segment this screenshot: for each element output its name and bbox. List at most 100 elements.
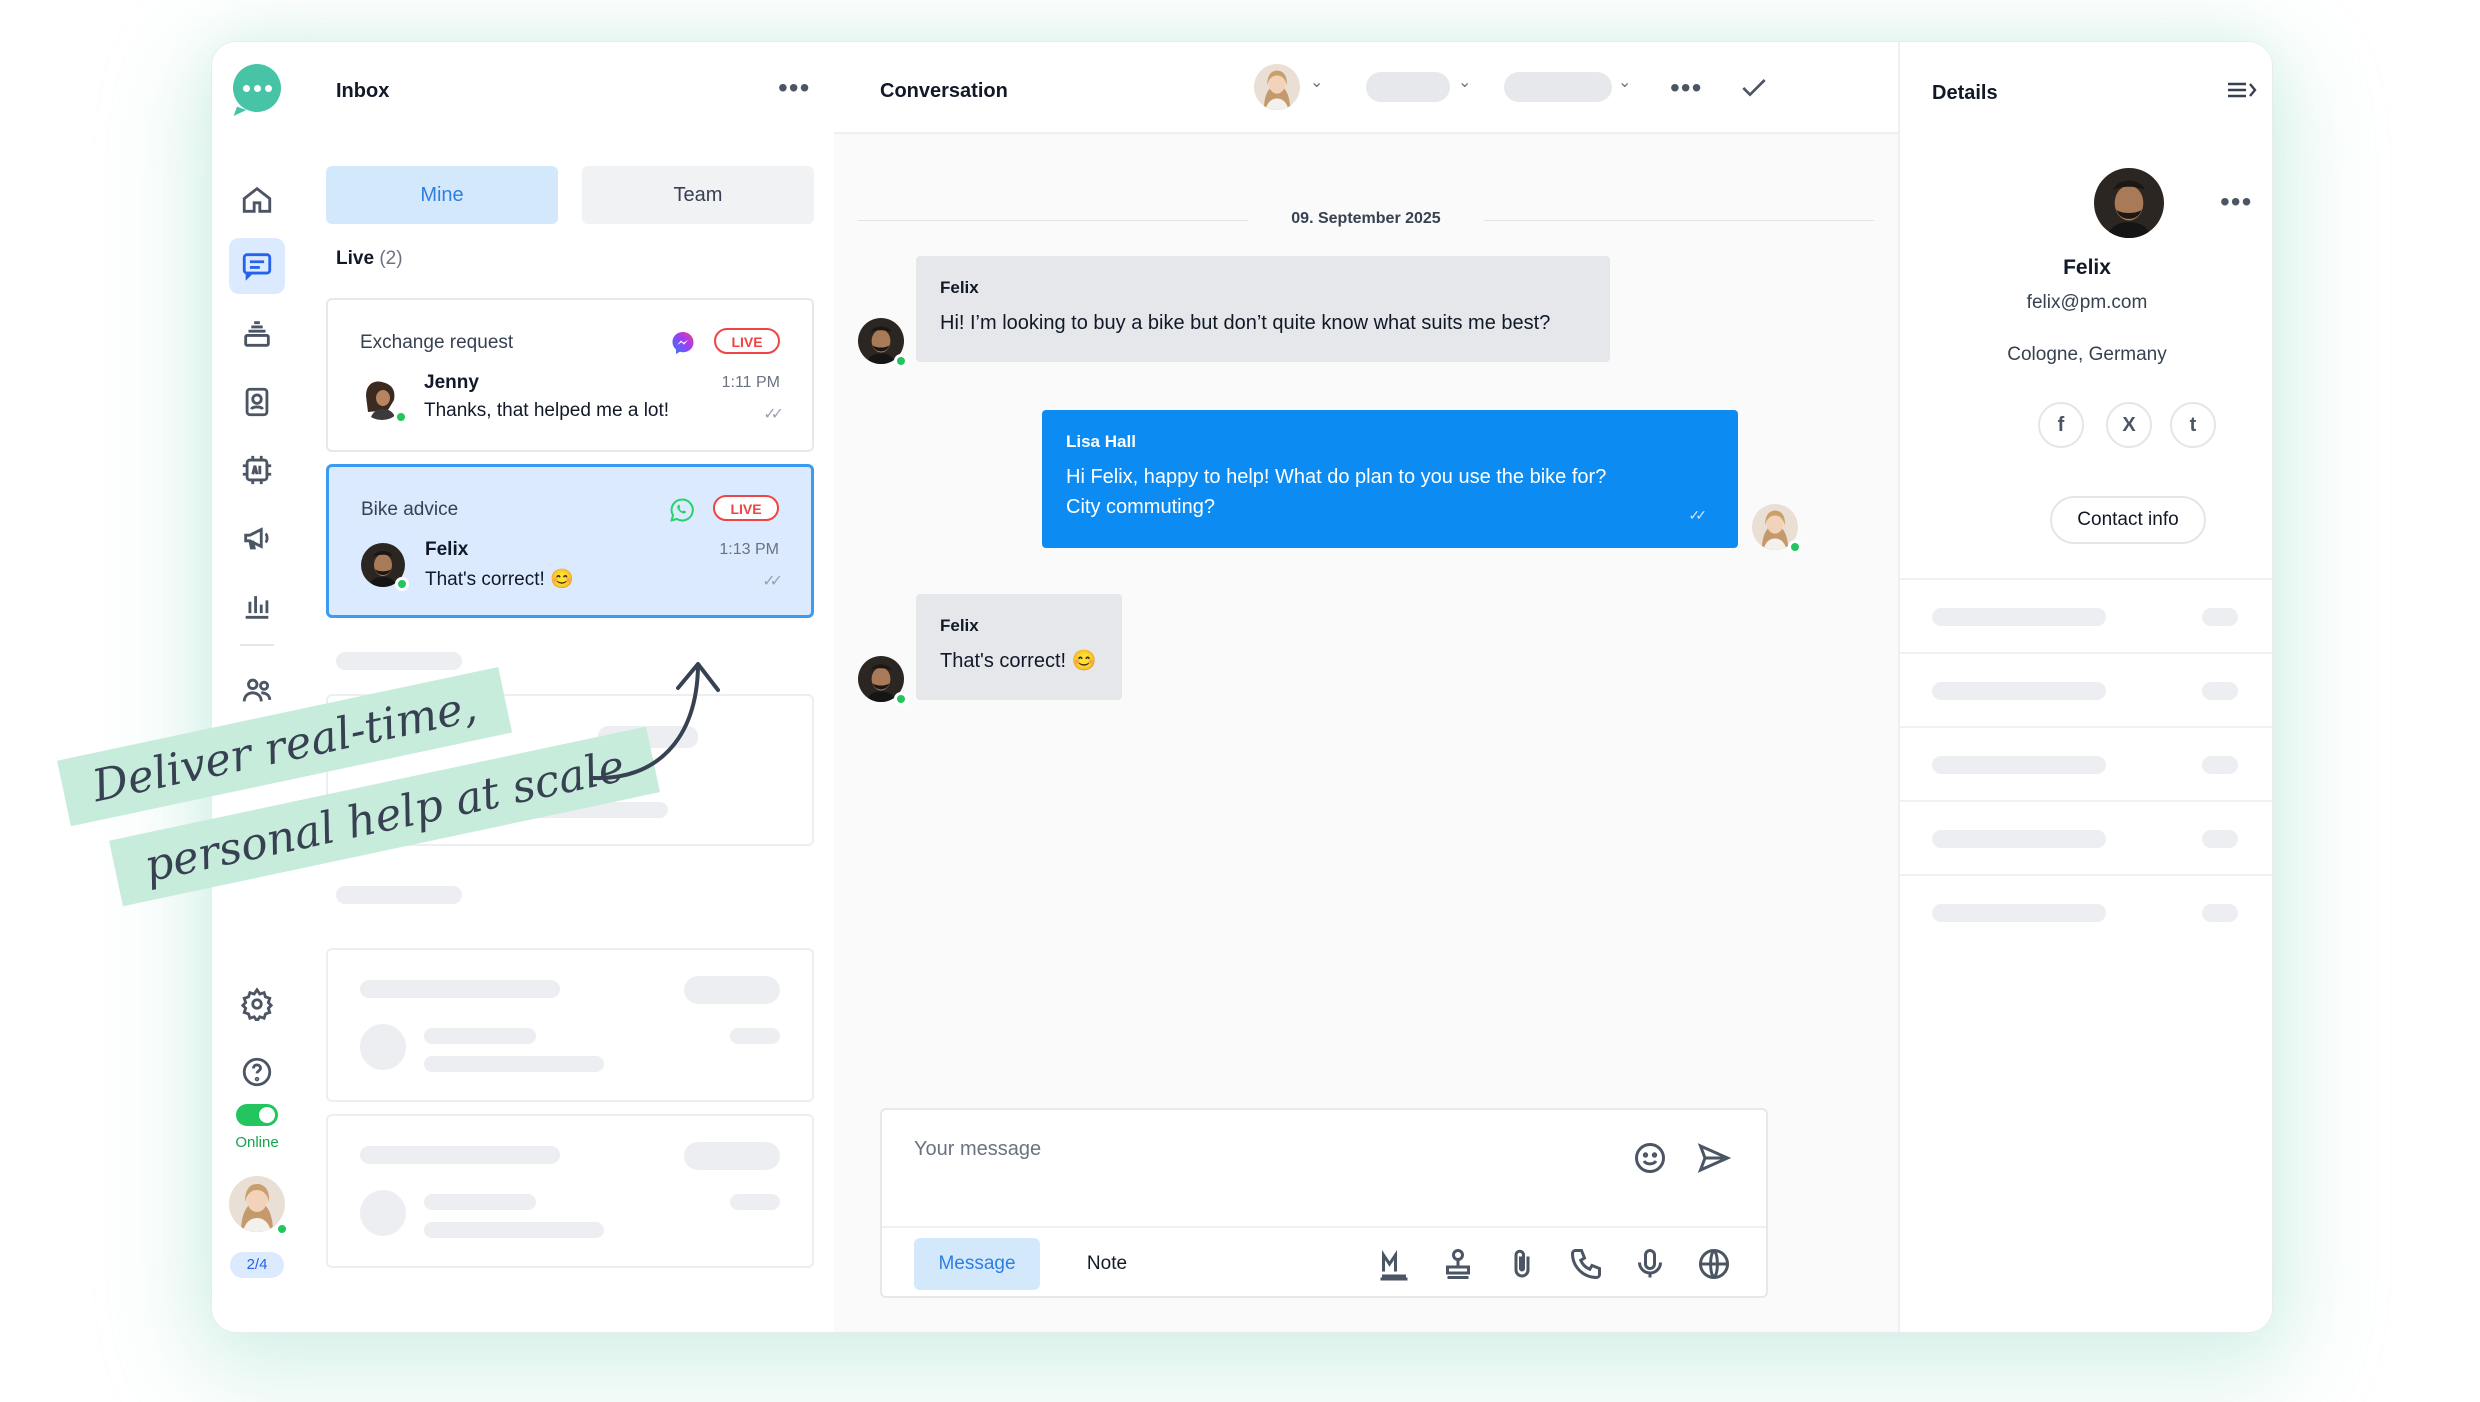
card-subject: Bike advice (361, 499, 459, 520)
mode-message-button[interactable]: Message (914, 1238, 1040, 1290)
globe-icon[interactable] (1696, 1246, 1732, 1282)
composer-divider (882, 1226, 1766, 1228)
skeleton-dropdown[interactable] (1504, 72, 1612, 102)
xing-icon[interactable]: X (2106, 402, 2152, 448)
online-toggle[interactable] (236, 1104, 278, 1126)
message-composer[interactable]: Your message Message Note (880, 1108, 1768, 1298)
skeleton-line (424, 1028, 536, 1044)
skeleton-line (1932, 756, 2106, 774)
nav-rail: Online 2/4 (212, 42, 304, 1332)
felix-avatar (858, 318, 908, 368)
inbox-stack-icon[interactable] (229, 306, 285, 362)
skeleton-line (1932, 904, 2106, 922)
conversations-icon[interactable] (229, 238, 285, 294)
details-row[interactable] (1900, 800, 2272, 876)
collapse-panel-icon[interactable] (2226, 76, 2258, 104)
chevron-down-icon[interactable]: ⌄ (1618, 72, 1631, 92)
message-bubble-incoming: Felix That's correct! 😊 (916, 594, 1122, 700)
date-label: 09. September 2025 (1291, 210, 1441, 227)
mode-note-button[interactable]: Note (1062, 1238, 1152, 1290)
agent-count-badge: 2/4 (230, 1252, 284, 1278)
details-title: Details (1932, 82, 1998, 104)
live-section-label: Live (2) (336, 248, 403, 270)
skeleton-line (684, 976, 780, 1004)
card-time: 1:11 PM (721, 374, 780, 391)
facebook-icon[interactable]: f (2038, 402, 2084, 448)
stamp-icon[interactable] (1440, 1246, 1476, 1282)
online-dot-icon (894, 692, 908, 706)
message-text-line: Hi Felix, happy to help! What do plan to… (1066, 466, 1607, 488)
details-row[interactable] (1900, 578, 2272, 654)
live-section-count: (2) (379, 248, 403, 269)
online-dot-icon (394, 410, 408, 424)
resolve-check-icon[interactable] (1738, 72, 1770, 104)
inbox-more-icon[interactable]: ••• (778, 74, 810, 102)
felix-profile-avatar (2094, 168, 2164, 238)
send-icon[interactable] (1696, 1140, 1732, 1176)
microphone-icon[interactable] (1632, 1246, 1668, 1282)
skeleton-line (360, 1146, 560, 1164)
conversation-card-felix[interactable]: Bike advice LIVE Felix That's correct! 😊… (326, 464, 814, 618)
message-text: That's correct! 😊 (940, 650, 1097, 672)
conversation-more-icon[interactable]: ••• (1670, 74, 1702, 102)
analytics-icon[interactable] (229, 578, 285, 634)
skeleton-line (424, 1194, 536, 1210)
skeleton-avatar (360, 1024, 406, 1070)
online-dot-icon (275, 1222, 289, 1236)
emoji-icon[interactable] (1632, 1140, 1668, 1176)
team-icon[interactable] (229, 662, 285, 718)
skeleton-line (2202, 682, 2238, 700)
skeleton-line (2202, 756, 2238, 774)
card-time: 1:13 PM (719, 541, 779, 558)
card-contact-name: Felix (425, 539, 469, 560)
online-dot-icon (1788, 540, 1802, 554)
conversation-card-jenny[interactable]: Exchange request LIVE Jenny Thanks, that… (326, 298, 814, 452)
chevron-down-icon[interactable]: ⌄ (1310, 72, 1323, 92)
conversation-title: Conversation (880, 80, 1008, 102)
agent-avatar[interactable] (229, 1176, 289, 1236)
tab-team[interactable]: Team (582, 166, 814, 224)
attachment-icon[interactable] (1504, 1246, 1540, 1282)
settings-icon[interactable] (229, 976, 285, 1032)
read-ticks-icon: ✓✓ (1688, 507, 1708, 523)
tab-mine[interactable]: Mine (326, 166, 558, 224)
skeleton-card (326, 948, 814, 1102)
message-bubble-incoming: Felix Hi! I’m looking to buy a bike but … (916, 256, 1610, 362)
date-separator: 09. September 2025 (858, 208, 1874, 232)
contact-name: Felix (2063, 256, 2111, 279)
inbox-panel: Inbox ••• Mine Team Live (2) Exchange re… (302, 42, 836, 1332)
help-icon[interactable] (229, 1044, 285, 1100)
live-badge: LIVE (713, 495, 779, 521)
home-icon[interactable] (229, 172, 285, 228)
whatsapp-icon (669, 497, 695, 523)
brand-logo-icon[interactable] (233, 64, 281, 112)
card-subject: Exchange request (360, 332, 514, 353)
felix-avatar (858, 656, 908, 706)
skeleton-line (730, 1028, 780, 1044)
contact-more-icon[interactable]: ••• (2220, 188, 2252, 216)
conversation-header: Conversation ⌄ ⌄ ⌄ ••• (834, 42, 1898, 134)
jenny-avatar (360, 376, 408, 424)
contacts-icon[interactable] (229, 374, 285, 430)
skeleton-avatar (360, 1190, 406, 1236)
live-section-title: Live (336, 248, 375, 269)
details-row[interactable] (1900, 874, 2272, 950)
message-input[interactable]: Your message (914, 1138, 1041, 1161)
agent-avatar (1752, 504, 1802, 554)
skeleton-dropdown[interactable] (1366, 72, 1450, 102)
rail-divider (240, 644, 274, 646)
skeleton-card (326, 1114, 814, 1268)
chevron-down-icon[interactable]: ⌄ (1458, 72, 1471, 92)
phone-icon[interactable] (1568, 1246, 1604, 1282)
read-ticks-icon: ✓✓ (763, 406, 784, 423)
details-row[interactable] (1900, 726, 2272, 802)
assignee-avatar[interactable] (1254, 64, 1300, 110)
markdown-icon[interactable] (1376, 1246, 1412, 1282)
skeleton-line (424, 1222, 604, 1238)
contact-info-button[interactable]: Contact info (2050, 496, 2206, 544)
twitter-icon[interactable]: t (2170, 402, 2216, 448)
details-row[interactable] (1900, 652, 2272, 728)
message-text: Hi! I’m looking to buy a bike but don’t … (940, 312, 1551, 334)
campaigns-icon[interactable] (229, 510, 285, 566)
ai-chip-icon[interactable] (229, 442, 285, 498)
